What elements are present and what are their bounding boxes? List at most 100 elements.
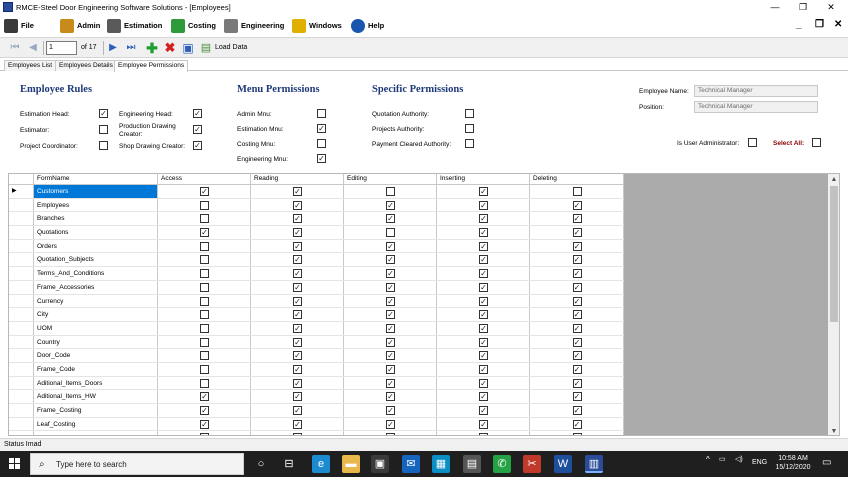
editing-checkbox[interactable]: ✓ [386,351,395,361]
reading-checkbox[interactable]: ✓ [293,323,302,333]
column-header-editing[interactable]: Editing [344,174,437,184]
task-view-icon[interactable]: ⊟ [280,455,298,473]
deleting-checkbox[interactable]: ✓ [572,241,582,251]
editing-checkbox[interactable]: ✓ [386,364,395,374]
table-row[interactable]: UOM ✓ ✓ ✓ ✓ [9,321,624,336]
row-header[interactable] [9,417,34,431]
inserting-checkbox[interactable]: ✓ [479,296,488,306]
grid-vertical-scrollbar[interactable]: ▲ ▼ [828,174,839,435]
formname-cell[interactable]: Frame_Costing [34,404,158,417]
row-header[interactable] [9,390,34,403]
formname-cell[interactable] [34,431,158,435]
inserting-checkbox[interactable]: ✓ [479,433,488,435]
column-header-formname[interactable]: FormName [34,174,158,184]
editing-checkbox[interactable]: ✓ [386,296,395,306]
reading-checkbox[interactable]: ✓ [293,433,302,435]
calculator-app-icon[interactable]: ▤ [463,455,481,473]
row-header[interactable] [9,321,34,335]
inserting-checkbox[interactable]: ✓ [479,364,488,374]
editing-checkbox[interactable]: ✓ [386,269,395,279]
inserting-checkbox[interactable]: ✓ [479,323,488,333]
row-header[interactable] [9,253,34,267]
admin-mnu-checkbox[interactable] [317,109,326,118]
reading-checkbox[interactable]: ✓ [293,392,302,402]
formname-cell[interactable]: Currency [34,294,158,308]
menu-help[interactable]: Help [351,17,384,34]
formname-cell[interactable]: Quotations [34,226,158,239]
reading-checkbox[interactable]: ✓ [293,364,302,374]
position-field[interactable]: Technical Manager [694,101,818,113]
access-checkbox[interactable] [200,200,209,210]
delete-icon[interactable]: ✖ [163,41,177,55]
store-icon[interactable]: ▣ [371,455,389,473]
table-row[interactable]: Door_Code ✓ ✓ ✓ ✓ [9,349,624,363]
table-row[interactable]: Currency ✓ ✓ ✓ ✓ [9,294,624,309]
editing-checkbox[interactable]: ✓ [386,406,395,415]
access-checkbox[interactable] [200,296,209,306]
table-row[interactable]: Frame_Code ✓ ✓ ✓ ✓ [9,362,624,377]
editing-checkbox[interactable]: ✓ [386,200,395,210]
taskbar-clock[interactable]: 10:58 AM 15/12/2020 [773,454,813,472]
deleting-checkbox[interactable]: ✓ [572,269,582,279]
deleting-checkbox[interactable]: ✓ [572,214,582,224]
formname-cell[interactable]: Country [34,335,158,349]
table-row[interactable]: Quotation_Subjects ✓ ✓ ✓ ✓ [9,253,624,268]
window-close-button[interactable]: ✕ [816,1,846,14]
menu-admin[interactable]: Admin [60,17,100,34]
inserting-checkbox[interactable]: ✓ [479,378,488,388]
row-header[interactable] [9,226,34,239]
editing-checkbox[interactable]: ✓ [386,392,395,402]
word-icon[interactable]: W [554,455,572,473]
access-checkbox[interactable]: ✓ [200,392,209,402]
access-checkbox[interactable] [200,255,209,265]
editing-checkbox[interactable]: ✓ [386,282,395,292]
table-row[interactable]: ✓ ✓ ✓ ✓ ✓ [9,431,624,435]
table-row[interactable]: Frame_Accessories ✓ ✓ ✓ ✓ [9,280,624,295]
row-header[interactable] [9,349,34,362]
row-header[interactable] [9,294,34,308]
deleting-checkbox[interactable]: ✓ [572,364,582,374]
load-data-icon[interactable]: ▤ [199,41,213,55]
tab-employee-permissions[interactable]: Employee Permissions [114,60,189,72]
deleting-checkbox[interactable]: ✓ [572,255,582,265]
formname-cell[interactable]: Quotation_Subjects [34,253,158,267]
editing-checkbox[interactable]: ✓ [386,214,395,224]
folder-icon[interactable]: ▬ [342,455,360,473]
column-header-inserting[interactable]: Inserting [437,174,530,184]
tray-overflow-icon[interactable]: ^ [706,455,710,464]
inserting-checkbox[interactable]: ✓ [479,269,488,279]
formname-cell[interactable]: Frame_Code [34,362,158,376]
reading-checkbox[interactable]: ✓ [293,310,302,320]
reading-checkbox[interactable]: ✓ [293,200,302,210]
access-checkbox[interactable] [200,269,209,279]
notifications-icon[interactable]: ▭ [822,457,831,468]
reading-checkbox[interactable]: ✓ [293,378,302,388]
reading-checkbox[interactable]: ✓ [293,241,302,251]
estimation-mnu-checkbox[interactable]: ✓ [317,124,326,133]
deleting-checkbox[interactable]: ✓ [572,433,582,435]
row-header[interactable]: ▶ [9,185,34,198]
language-indicator[interactable]: ENG [752,459,767,466]
inserting-checkbox[interactable]: ✓ [479,255,488,265]
deleting-checkbox[interactable]: ✓ [572,228,582,238]
engineering-head-checkbox[interactable]: ✓ [193,109,202,118]
deleting-checkbox[interactable]: ✓ [572,323,582,333]
row-header[interactable] [9,280,34,294]
inserting-checkbox[interactable]: ✓ [479,406,488,415]
mdi-close-button[interactable]: ✕ [834,19,842,31]
table-row[interactable]: Employees ✓ ✓ ✓ ✓ [9,198,624,213]
deleting-checkbox[interactable]: ✓ [572,282,582,292]
menu-windows[interactable]: Windows [292,17,342,34]
deleting-checkbox[interactable]: ✓ [572,200,582,210]
editing-checkbox[interactable] [386,228,395,238]
inserting-checkbox[interactable]: ✓ [479,337,488,347]
row-header[interactable] [9,362,34,376]
table-row[interactable]: Terms_And_Conditions ✓ ✓ ✓ ✓ [9,267,624,281]
deleting-checkbox[interactable]: ✓ [572,419,582,429]
row-header[interactable] [9,335,34,349]
save-icon[interactable]: ▣ [181,41,195,55]
table-row[interactable]: Branches ✓ ✓ ✓ ✓ [9,212,624,227]
deleting-checkbox[interactable]: ✓ [572,378,582,388]
scroll-up-icon[interactable]: ▲ [828,174,839,185]
estimator-checkbox[interactable] [99,125,108,134]
